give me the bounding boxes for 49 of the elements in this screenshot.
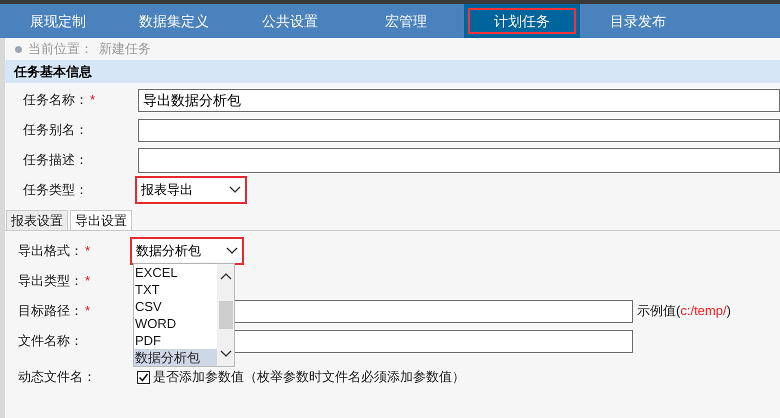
scroll-thumb[interactable] bbox=[218, 301, 232, 329]
field-label: 任务描述： bbox=[23, 151, 88, 170]
dropdown-option[interactable]: TXT bbox=[134, 281, 217, 298]
text-area[interactable] bbox=[138, 148, 780, 172]
text-field[interactable] bbox=[138, 118, 780, 142]
breadcrumb-label: 当前位置： bbox=[28, 40, 93, 58]
required-mark: * bbox=[85, 242, 90, 260]
scroll-down-icon bbox=[220, 350, 232, 358]
select-field[interactable]: 报表导出 bbox=[138, 179, 244, 201]
scroll-up-icon bbox=[220, 272, 232, 280]
field-label: 导出类型： bbox=[18, 272, 83, 290]
nav-tab[interactable]: 目录发布 bbox=[580, 4, 696, 38]
bullet-icon bbox=[15, 46, 22, 52]
field-label: 任务类型： bbox=[23, 181, 88, 200]
dropdown-option[interactable]: WORD bbox=[134, 315, 217, 332]
scrollbar[interactable] bbox=[217, 264, 234, 366]
nav-tab[interactable]: 公共设置 bbox=[232, 4, 348, 38]
required-mark: * bbox=[85, 302, 90, 320]
text-field[interactable]: 导出数据分析包 bbox=[138, 88, 780, 112]
field-label: 任务名称： bbox=[23, 91, 88, 110]
dropdown-option[interactable]: CSV bbox=[134, 298, 217, 315]
checkbox-label: 是否添加参数值（枚举参数时文件名必须添加参数值） bbox=[153, 368, 465, 386]
required-mark: * bbox=[90, 91, 96, 110]
dropdown-option[interactable]: PDF bbox=[134, 332, 217, 349]
chevron-down-icon bbox=[229, 186, 241, 194]
nav-tab[interactable]: 宏管理 bbox=[348, 4, 464, 38]
select-value: 报表导出 bbox=[141, 181, 193, 200]
field-label: 目标路径： bbox=[18, 302, 83, 320]
nav-tab[interactable]: 展现定制 bbox=[0, 4, 116, 38]
dropdown-option[interactable]: 数据分析包 bbox=[134, 349, 217, 366]
dropdown-option[interactable]: EXCEL bbox=[134, 264, 217, 281]
checkbox[interactable] bbox=[137, 370, 150, 384]
check-icon bbox=[138, 372, 149, 382]
section-header: 任务基本信息 bbox=[5, 60, 780, 83]
required-mark: * bbox=[85, 272, 90, 290]
nav-tab[interactable]: 数据集定义 bbox=[116, 4, 232, 38]
select-field[interactable]: 数据分析包 bbox=[133, 240, 241, 262]
field-label: 导出格式： bbox=[18, 242, 83, 260]
select-value: 数据分析包 bbox=[136, 242, 201, 260]
nav-tab[interactable]: 计划任务 bbox=[464, 4, 580, 38]
field-label: 文件名称： bbox=[18, 332, 83, 350]
field-label: 动态文件名： bbox=[18, 368, 96, 386]
field-label: 任务别名： bbox=[23, 121, 88, 140]
example-hint: 示例值(c:/temp/) bbox=[637, 302, 731, 320]
chevron-down-icon bbox=[226, 247, 238, 255]
breadcrumb-current: 新建任务 bbox=[99, 40, 151, 58]
field-value: 导出数据分析包 bbox=[143, 90, 241, 110]
tab[interactable]: 报表设置 bbox=[6, 210, 68, 230]
tab[interactable]: 导出设置 bbox=[70, 210, 132, 230]
